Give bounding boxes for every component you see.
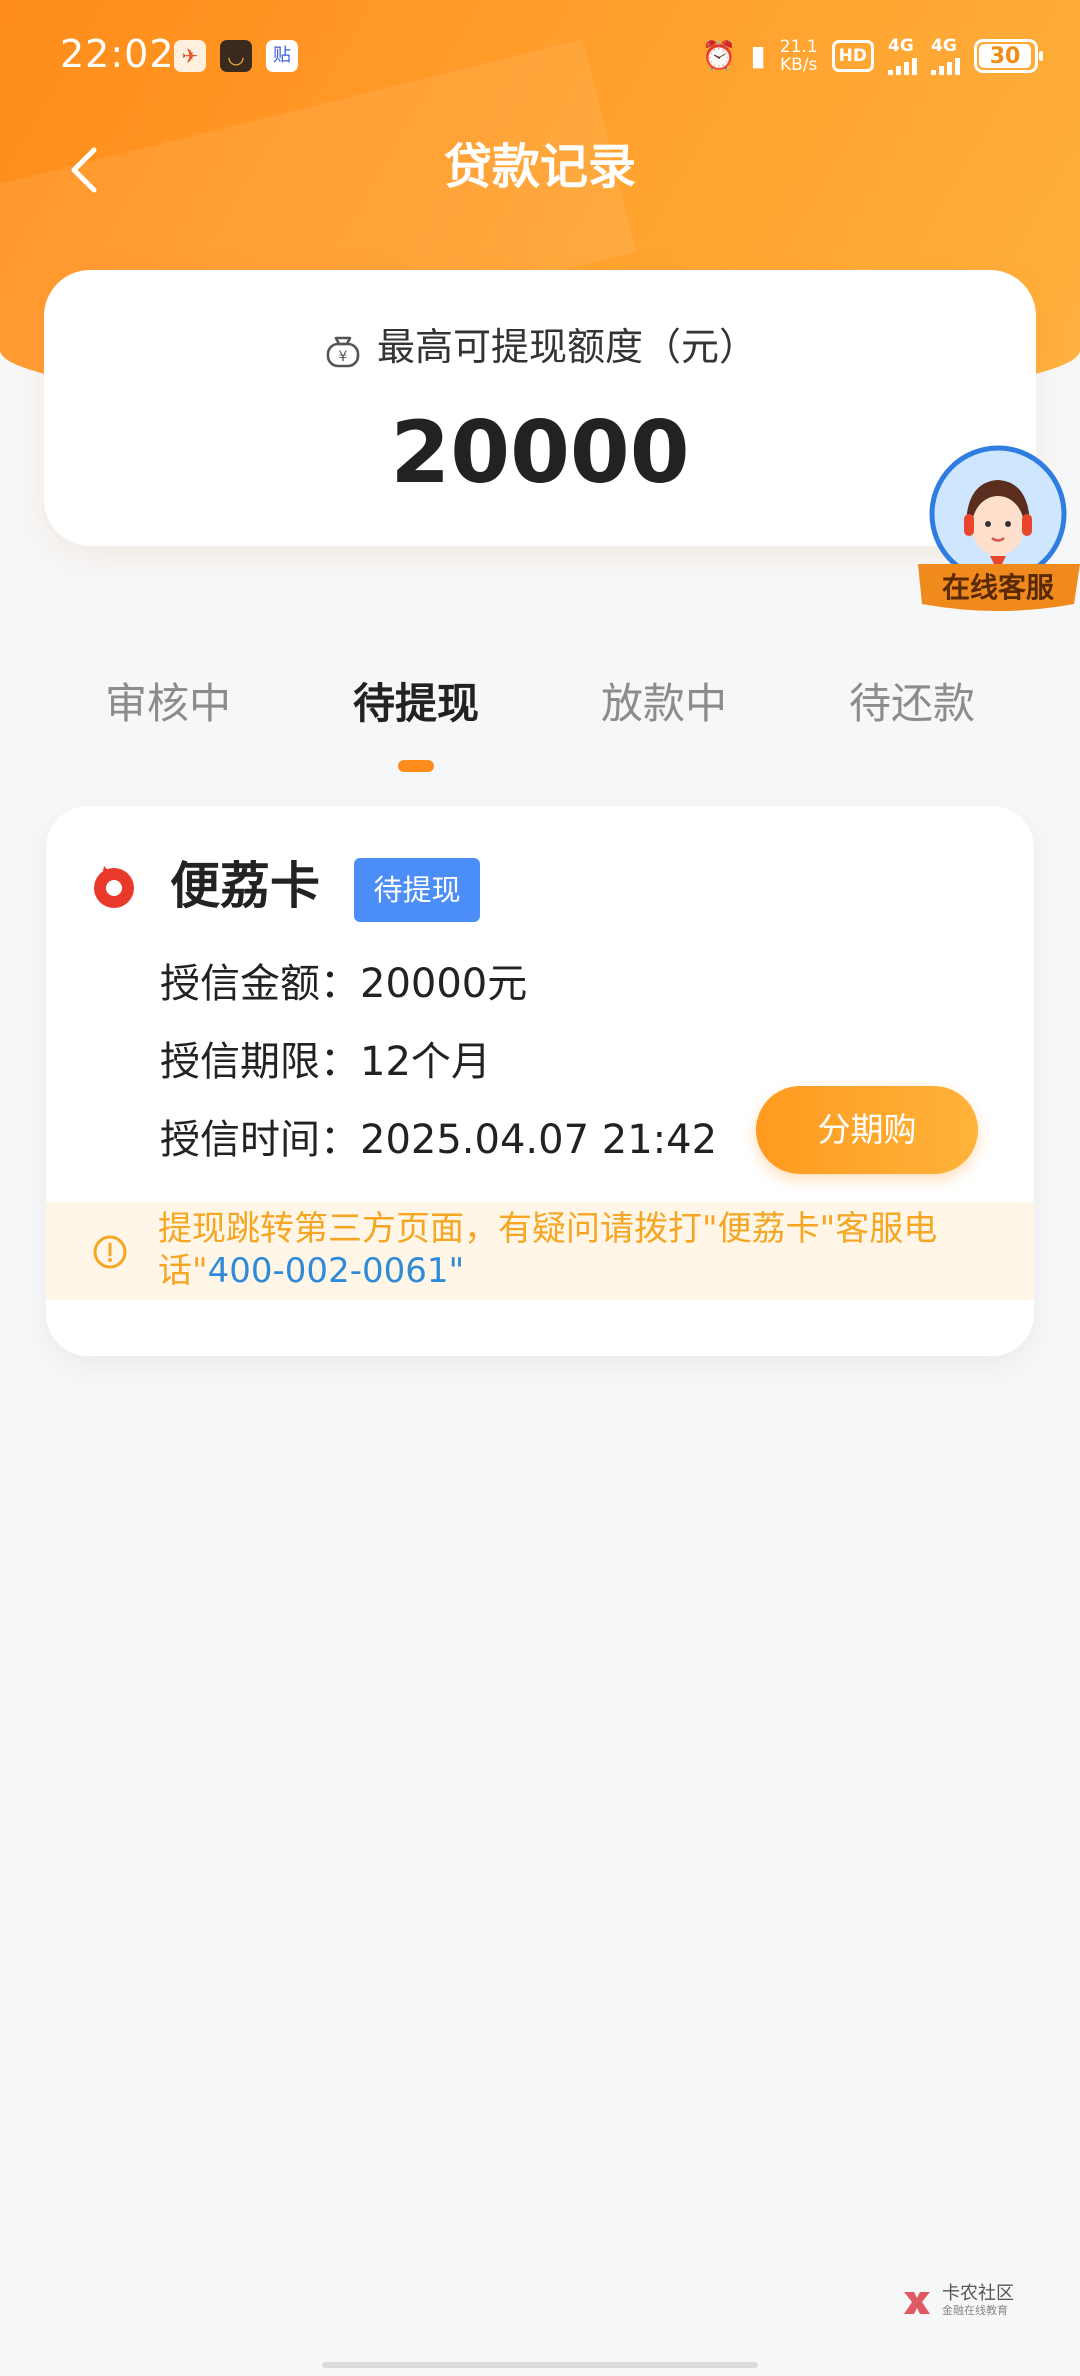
status-bar: 22:02 ✈ ◡ 贴 ⏰ ▮ 21.1 KB/s HD 4G 4G 30 [0, 0, 1080, 115]
info-circle-icon [93, 1235, 127, 1269]
tab-pending-repayment[interactable]: 待还款 [812, 664, 1012, 744]
battery-level: 30 [979, 44, 1031, 69]
notice-banner: 提现跳转第三方页面，有疑问请拨打"便荔卡"客服电话"400-002-0061" [46, 1202, 1034, 1300]
brand-name: 便荔卡 [170, 857, 320, 915]
moneybag-yen-icon: ¥ [326, 336, 360, 367]
active-tab-indicator [398, 760, 434, 772]
credit-time-label: 授信时间： [160, 1117, 360, 1163]
signal-sim2-icon: 4G [931, 37, 960, 75]
network-speed: 21.1 KB/s [779, 37, 818, 75]
online-service-label: 在线客服 [941, 571, 1054, 604]
status-badge: 待提现 [354, 858, 480, 922]
amount-label: 最高可提现额度（元） [376, 325, 757, 369]
credit-amount-label: 授信金额： [160, 961, 360, 1007]
svg-text:¥: ¥ [339, 349, 348, 365]
home-indicator[interactable] [322, 2362, 758, 2368]
battery-icon: 30 [974, 39, 1043, 73]
vibrate-icon: ▮ [750, 39, 766, 72]
online-service-button[interactable]: 在线客服 [908, 444, 1080, 624]
loan-card[interactable]: 便荔卡 待提现 授信金额：20000元 授信期限：12个月 授信时间：2025.… [46, 806, 1034, 1356]
notice-text: 提现跳转第三方页面，有疑问请拨打"便荔卡"客服电话"400-002-0061" [158, 1209, 938, 1291]
hd-voice-icon: HD [831, 40, 874, 72]
credit-time-row: 授信时间：2025.04.07 21:42 [160, 1112, 717, 1168]
brand-logo-icon [94, 866, 134, 908]
watermark-subtitle: 金融在线教育 [942, 2304, 1008, 2317]
tab-reviewing[interactable]: 审核中 [68, 664, 268, 744]
notification-app-icon: ✈ [174, 40, 206, 72]
signal-sim1-icon: 4G [888, 37, 917, 75]
credit-term-value: 12个月 [360, 1039, 491, 1085]
credit-term-row: 授信期限：12个月 [160, 1034, 491, 1090]
credit-amount-value: 20000元 [360, 961, 528, 1007]
tieba-app-icon: 贴 [266, 40, 298, 72]
credit-amount-row: 授信金额：20000元 [160, 956, 527, 1012]
credit-time-value: 2025.04.07 21:42 [360, 1117, 718, 1163]
status-icons: ⏰ ▮ 21.1 KB/s HD 4G 4G 30 [701, 36, 1043, 76]
status-time: 22:02 [60, 32, 175, 76]
alarm-icon: ⏰ [701, 39, 737, 72]
watermark-title: 卡农社区 [942, 2283, 1014, 2304]
amount-value: 20000 [390, 403, 690, 503]
page-title: 贷款记录 [443, 139, 636, 195]
tab-disbursing[interactable]: 放款中 [564, 664, 764, 744]
watermark: 卡农社区 金融在线教育 [900, 2284, 1014, 2318]
tab-pending-withdrawal[interactable]: 待提现 [316, 664, 516, 744]
amount-label-row: ¥ 最高可提现额度（元） [44, 322, 1036, 372]
credit-term-label: 授信期限： [160, 1039, 360, 1085]
status-tabs: 审核中 待提现 放款中 待还款 [0, 664, 1080, 774]
watermark-logo-icon [904, 2292, 930, 2314]
shopping-app-icon: ◡ [220, 40, 252, 72]
installment-button[interactable]: 分期购 [756, 1086, 978, 1174]
service-phone-link[interactable]: 400-002-0061 [208, 1251, 449, 1291]
amount-card: ¥ 最高可提现额度（元） 20000 [44, 270, 1036, 546]
